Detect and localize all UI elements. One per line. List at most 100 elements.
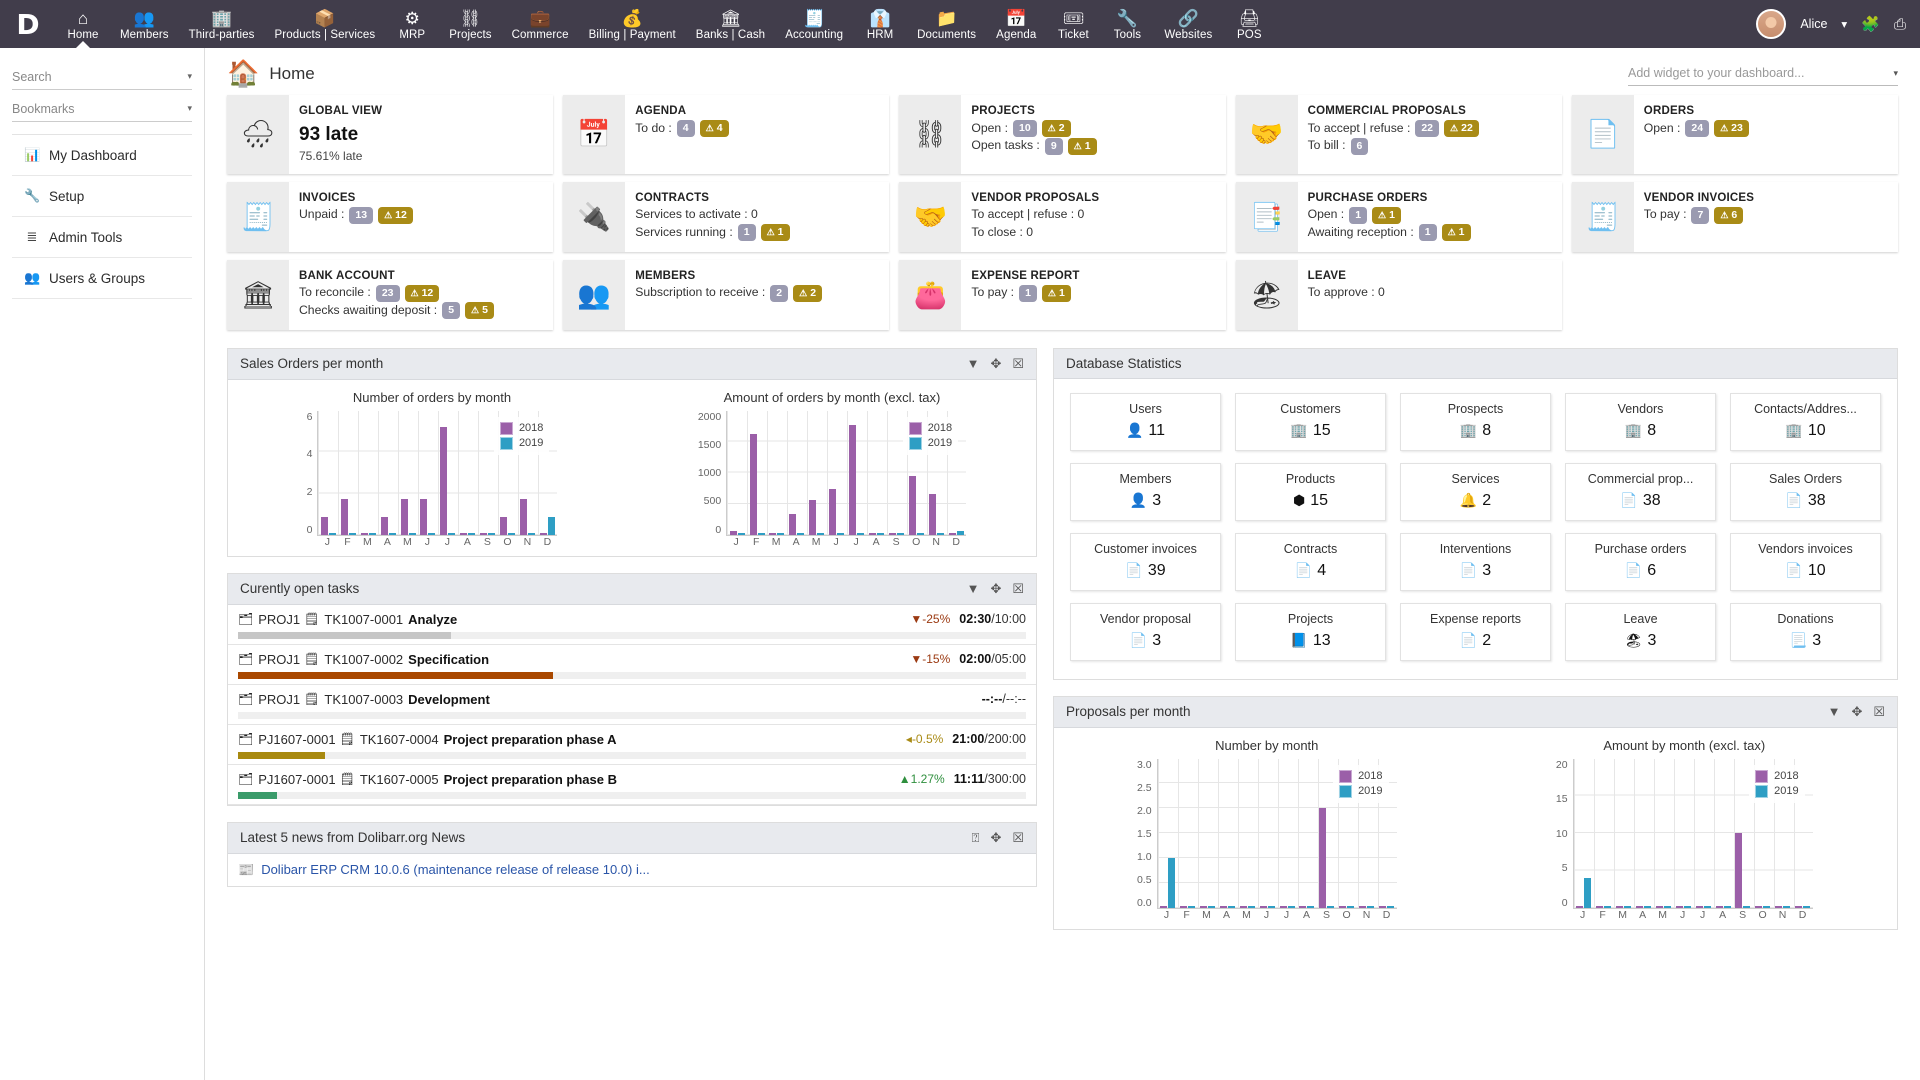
websites-icon: 🔗 [1177,8,1199,28]
move-icon[interactable]: ✥ [1851,704,1862,720]
task-ref[interactable]: TK1607-0004 [360,732,439,747]
task-project-ref[interactable]: PJ1607-0001 [258,732,335,747]
sidebar-item-users-groups[interactable]: 👥 Users & Groups [12,258,192,299]
task-row[interactable]: 🗂 PJ1607-0001 🗒 TK1607-0005 Project preparat… [228,765,1036,805]
task-name[interactable]: Project preparation phase A [444,732,617,747]
move-icon[interactable]: ✥ [990,581,1001,597]
stat-card-contacts-addres[interactable]: Contacts/Addres... 🏢 10 [1730,392,1881,451]
stat-card-vendors-invoices[interactable]: Vendors invoices 📄 10 [1730,532,1881,591]
stat-card-leave[interactable]: Leave 🏖 3 [1565,602,1716,661]
stat-card-expense-reports[interactable]: Expense reports 📄 2 [1400,602,1551,661]
filter-icon[interactable]: ▼ [1828,704,1841,720]
sidebar-item-setup[interactable]: 🔧 Setup [12,176,192,217]
news-item-title[interactable]: Dolibarr ERP CRM 10.0.6 (maintenance rel… [261,862,650,878]
task-ref[interactable]: TK1007-0002 [324,652,403,667]
close-icon[interactable]: ☒ [1873,704,1885,720]
task-name[interactable]: Analyze [408,612,457,627]
modules-icon[interactable]: 🧩 [1861,15,1880,33]
search-input[interactable]: Search ▾ [12,64,192,90]
kpi-card-vendor-proposals[interactable]: 🤝 VENDOR PROPOSALS To accept | refuse : 0 T… [899,181,1226,252]
stat-card-customers[interactable]: Customers 🏢 15 [1235,392,1386,451]
stat-card-customer-invoices[interactable]: Customer invoices 📄 39 [1070,532,1221,591]
filter-icon[interactable]: ▼ [967,356,980,372]
close-icon[interactable]: ☒ [1012,581,1024,597]
task-row[interactable]: 🗂 PROJ1 🗒 TK1007-0001 Analyze ▼-25% 02:30/10:0… [228,605,1036,645]
task-project-ref[interactable]: PROJ1 [258,612,300,627]
add-widget-select[interactable]: Add widget to your dashboard... ▾ [1628,62,1898,86]
print-icon[interactable]: ⎙ [1894,16,1906,33]
task-project-ref[interactable]: PROJ1 [258,652,300,667]
task-project-ref[interactable]: PJ1607-0001 [258,772,335,787]
move-icon[interactable]: ✥ [990,356,1001,372]
user-name[interactable]: Alice [1800,17,1827,31]
chevron-down-icon[interactable]: ▾ [1841,17,1847,31]
menu-item-third-parties[interactable]: 🏢 Third-parties [179,0,265,48]
stat-card-vendor-proposal[interactable]: Vendor proposal 📄 3 [1070,602,1221,661]
menu-item-hrm[interactable]: 👔 HRM [853,0,907,48]
bookmarks-select[interactable]: Bookmarks ▾ [12,96,192,122]
task-name[interactable]: Development [408,692,490,707]
close-icon[interactable]: ☒ [1012,356,1024,372]
task-name[interactable]: Specification [408,652,489,667]
menu-item-websites[interactable]: 🔗 Websites [1154,0,1222,48]
kpi-card-bank-account[interactable]: 🏛 BANK ACCOUNT To reconcile :23 ⚠ 12 Checks a… [227,259,554,330]
menu-item-products-services[interactable]: 📦 Products | Services [265,0,386,48]
menu-item-pos[interactable]: 🖨 POS [1222,0,1276,48]
stat-card-vendors[interactable]: Vendors 🏢 8 [1565,392,1716,451]
menu-item-mrp[interactable]: ⚙ MRP [385,0,439,48]
task-ref[interactable]: TK1007-0001 [324,612,403,627]
task-row[interactable]: 🗂 PROJ1 🗒 TK1007-0002 Specification ▼-15% 02:0… [228,645,1036,685]
menu-item-agenda[interactable]: 📅 Agenda [986,0,1046,48]
stat-card-interventions[interactable]: Interventions 📄 3 [1400,532,1551,591]
menu-item-ticket[interactable]: 🎟 Ticket [1046,0,1100,48]
kpi-card-orders[interactable]: 📄 ORDERS Open : 24 ⚠ 23 [1571,95,1898,174]
menu-item-projects[interactable]: ⛓ Projects [439,0,501,48]
task-name[interactable]: Project preparation phase B [444,772,617,787]
task-ref[interactable]: TK1007-0003 [324,692,403,707]
stat-card-commercial-prop[interactable]: Commercial prop... 📄 38 [1565,462,1716,521]
kpi-card-commercial-proposals[interactable]: 🤝 COMMERCIAL PROPOSALS To accept | refuse … [1235,95,1562,174]
filter-icon[interactable]: ▼ [967,581,980,597]
stat-card-purchase-orders[interactable]: Purchase orders 📄 6 [1565,532,1716,591]
avatar[interactable] [1756,9,1787,39]
kpi-card-purchase-orders[interactable]: 📑 PURCHASE ORDERS Open :1 ⚠ 1 Awaiting recept… [1235,181,1562,252]
menu-item-home[interactable]: ⌂ Home [56,0,110,48]
stat-card-members[interactable]: Members 👤 3 [1070,462,1221,521]
kpi-card-expense-report[interactable]: 👛 EXPENSE REPORT To pay :1 ⚠ 1 [899,259,1226,330]
menu-item-commerce[interactable]: 💼 Commerce [502,0,579,48]
menu-item-documents[interactable]: 📁 Documents [907,0,986,48]
stat-card-prospects[interactable]: Prospects 🏢 8 [1400,392,1551,451]
app-logo[interactable]: D [0,0,56,48]
stat-card-donations[interactable]: Donations 📃 3 [1730,602,1881,661]
stat-card-services[interactable]: Services 🔔 2 [1400,462,1551,521]
task-project-ref[interactable]: PROJ1 [258,692,300,707]
menu-item-accounting[interactable]: 🧾 Accounting [775,0,853,48]
list-item[interactable]: 📰 Dolibarr ERP CRM 10.0.6 (maintenance r… [228,854,1036,886]
help-icon[interactable]: ⍰ [972,830,980,846]
menu-item-billing-payment[interactable]: 💰 Billing | Payment [579,0,686,48]
stat-card-products[interactable]: Products ⬢ 15 [1235,462,1386,521]
bar-group [358,411,378,535]
menu-item-members[interactable]: 👥 Members [110,0,179,48]
task-row[interactable]: 🗂 PJ1607-0001 🗒 TK1607-0004 Project preparat… [228,725,1036,765]
stat-card-users[interactable]: Users 👤 11 [1070,392,1221,451]
kpi-card-members[interactable]: 👥 MEMBERS Subscription to receive :2 ⚠ 2 [563,259,890,330]
menu-item-banks-cash[interactable]: 🏛 Banks | Cash [686,0,775,48]
stat-card-projects[interactable]: Projects 📘 13 [1235,602,1386,661]
task-row[interactable]: 🗂 PROJ1 🗒 TK1007-0003 Development --:--/--:-- [228,685,1036,725]
kpi-card-agenda[interactable]: 📅 AGENDA To do :4 ⚠ 4 [563,95,890,174]
kpi-card-vendor-invoices[interactable]: 🧾 VENDOR INVOICES To pay : 7 ⚠ 6 [1571,181,1898,252]
kpi-card-contracts[interactable]: 🔌 CONTRACTS Services to activate : 0 Servic… [563,181,890,252]
kpi-card-projects[interactable]: ⛓ PROJECTS Open :10 ⚠ 2 Open tasks :9 ⚠ 1 [899,95,1226,174]
kpi-card-invoices[interactable]: 🧾 INVOICES Unpaid : 13 ⚠ 12 [227,181,554,252]
sidebar-item-admin-tools[interactable]: ≣ Admin Tools [12,217,192,258]
close-icon[interactable]: ☒ [1012,830,1024,846]
stat-card-contracts[interactable]: Contracts 📄 4 [1235,532,1386,591]
sidebar-item-my-dashboard[interactable]: 📊 My Dashboard [12,135,192,176]
stat-card-sales-orders[interactable]: Sales Orders 📄 38 [1730,462,1881,521]
move-icon[interactable]: ✥ [990,830,1001,846]
kpi-card-leave[interactable]: 🏖 LEAVE To approve : 0 [1235,259,1562,330]
task-ref[interactable]: TK1607-0005 [360,772,439,787]
menu-item-tools[interactable]: 🔧 Tools [1100,0,1154,48]
kpi-card-global-view[interactable]: 🌧 GLOBAL VIEW 93 late 75.61% late [227,95,554,174]
